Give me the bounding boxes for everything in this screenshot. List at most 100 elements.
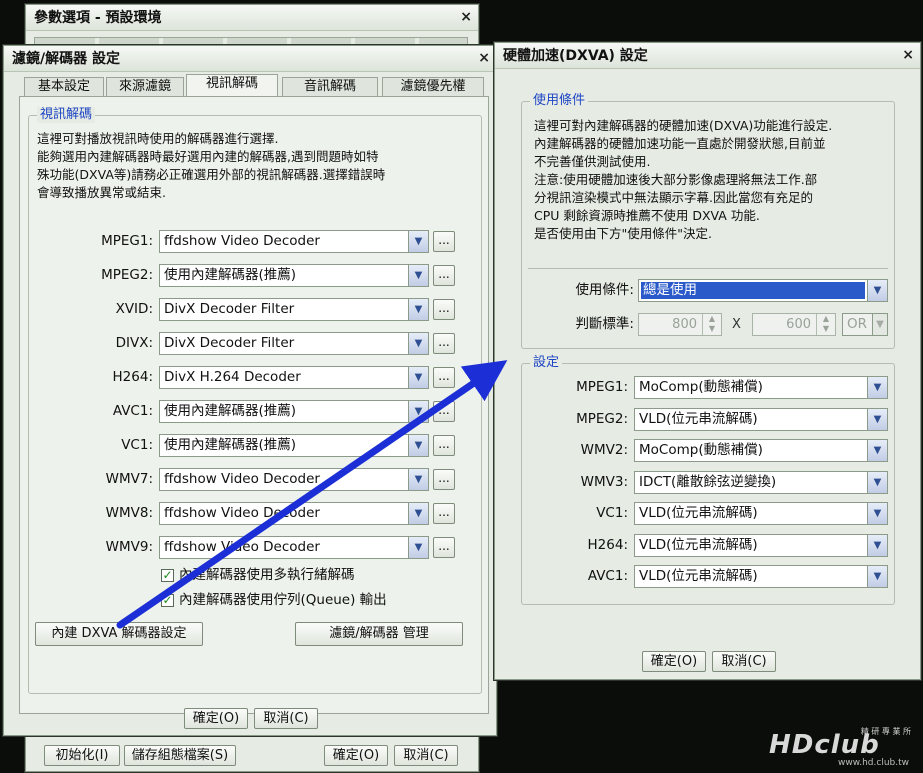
dxva-setting-select[interactable]: MoComp(動態補償) ▼: [634, 376, 888, 399]
decoder-select[interactable]: ffdshow Video Decoder ▼: [159, 468, 429, 491]
decoder-select[interactable]: 使用內建解碼器(推薦) ▼: [159, 264, 429, 287]
decoder-options-button[interactable]: ...: [433, 401, 455, 422]
decoder-select[interactable]: ffdshow Video Decoder ▼: [159, 502, 429, 525]
filters-ok-button[interactable]: 確定(O): [184, 708, 248, 729]
dxva-description-line: 內建解碼器的硬體加速功能一直處於開發狀態,目前並: [534, 136, 826, 151]
logo-text: HDclub: [769, 730, 880, 760]
dxva-setting-value: VLD(位元串流解碼): [639, 568, 758, 584]
dxva-setting-label: H264:: [587, 537, 628, 553]
decoder-options-button[interactable]: ...: [433, 367, 455, 388]
decoder-value: ffdshow Video Decoder: [164, 539, 320, 555]
dxva-setting-label: MPEG1:: [576, 379, 628, 395]
dxva-title: 硬體加速(DXVA) 設定: [495, 43, 920, 69]
tab-audio-decoders[interactable]: 音訊解碼: [282, 77, 378, 97]
tab-video-decoders[interactable]: 視訊解碼: [186, 74, 278, 98]
tab-source-filters[interactable]: 來源濾鏡: [106, 77, 184, 97]
dxva-setting-select[interactable]: VLD(位元串流解碼) ▼: [634, 534, 888, 557]
chevron-down-icon: ▼: [867, 566, 887, 587]
dxva-setting-label: VC1:: [596, 505, 628, 521]
logic-value: OR: [847, 316, 868, 332]
filters-decoders-window: 濾鏡/解碼器 設定 × 基本設定 來源濾鏡 視訊解碼 音訊解碼 濾鏡優先權 視訊…: [3, 45, 497, 736]
decoder-value: 使用內建解碼器(推薦): [164, 267, 297, 283]
dxva-setting-value: VLD(位元串流解碼): [639, 411, 758, 427]
dxva-setting-value: MoComp(動態補償): [639, 442, 763, 458]
decoder-select[interactable]: DivX H.264 Decoder ▼: [159, 366, 429, 389]
decoder-select[interactable]: DivX Decoder Filter ▼: [159, 332, 429, 355]
decoder-label: MPEG1:: [101, 233, 153, 249]
chevron-down-icon: ▼: [408, 265, 428, 286]
queue-output-label: 內建解碼器使用佇列(Queue) 輸出: [179, 592, 387, 608]
decoder-options-button[interactable]: ...: [433, 299, 455, 320]
filters-decoders-title: 濾鏡/解碼器 設定: [4, 46, 496, 72]
decoder-value: ffdshow Video Decoder: [164, 471, 320, 487]
dxva-setting-select[interactable]: MoComp(動態補償) ▼: [634, 439, 888, 462]
decoder-value: DivX Decoder Filter: [164, 335, 295, 351]
decoder-select[interactable]: ffdshow Video Decoder ▼: [159, 536, 429, 559]
dxva-setting-value: VLD(位元串流解碼): [639, 505, 758, 521]
chevron-down-icon: ▼: [867, 440, 887, 461]
filter-manager-button[interactable]: 濾鏡/解碼器 管理: [295, 622, 463, 646]
dxva-setting-select[interactable]: IDCT(離散餘弦逆變換) ▼: [634, 471, 888, 494]
close-icon[interactable]: ×: [460, 7, 472, 27]
width-spinbox[interactable]: 800 ▲ ▼: [638, 313, 722, 336]
preferences-ok-button[interactable]: 確定(O): [324, 745, 388, 766]
hdclub-logo: 精 研 專 業 所 HDclub www.hd.club.tw: [765, 722, 915, 770]
group-title: 視訊解碼: [37, 107, 96, 123]
decoder-select[interactable]: DivX Decoder Filter ▼: [159, 298, 429, 321]
decoder-label: DIVX:: [115, 335, 153, 351]
multithread-checkbox[interactable]: ✓: [161, 569, 174, 582]
decoder-label: H264:: [112, 369, 153, 385]
chevron-down-icon: ▼: [408, 435, 428, 456]
dxva-description-line: CPU 剩餘資源時推薦不使用 DXVA 功能.: [534, 208, 760, 223]
dxva-setting-value: VLD(位元串流解碼): [639, 537, 758, 553]
decoder-options-button[interactable]: ...: [433, 537, 455, 558]
preferences-cancel-button[interactable]: 取消(C): [394, 745, 458, 766]
condition-select[interactable]: 總是使用 ▼: [638, 279, 888, 302]
close-icon[interactable]: ×: [902, 45, 914, 65]
dxva-settings-button[interactable]: 內建 DXVA 解碼器設定: [35, 622, 203, 646]
tab-basic-settings[interactable]: 基本設定: [24, 77, 104, 97]
dxva-setting-select[interactable]: VLD(位元串流解碼) ▼: [634, 502, 888, 525]
logic-select[interactable]: OR ▼: [842, 313, 888, 336]
spin-arrows-icon[interactable]: ▲ ▼: [816, 314, 835, 335]
condition-label: 使用條件:: [575, 282, 634, 298]
decoder-options-button[interactable]: ...: [433, 503, 455, 524]
dxva-cancel-button[interactable]: 取消(C): [712, 651, 776, 672]
decoder-label: WMV8:: [105, 505, 153, 521]
dxva-description-line: 不完善僅供測試使用.: [534, 154, 651, 169]
dxva-setting-select[interactable]: VLD(位元串流解碼) ▼: [634, 565, 888, 588]
height-spinbox[interactable]: 600 ▲ ▼: [752, 313, 836, 336]
chevron-down-icon: ▼: [408, 333, 428, 354]
decoder-select[interactable]: 使用內建解碼器(推薦) ▼: [159, 400, 429, 423]
dxva-ok-button[interactable]: 確定(O): [642, 651, 706, 672]
dxva-setting-value: IDCT(離散餘弦逆變換): [639, 474, 777, 490]
usage-condition-group: 使用條件 這裡可對內建解碼器的硬體加速(DXVA)功能進行設定. 內建解碼器的硬…: [521, 93, 895, 349]
save-profile-button[interactable]: 儲存組態檔案(S): [124, 745, 236, 766]
queue-output-checkbox[interactable]: ✓: [161, 594, 174, 607]
dxva-setting-select[interactable]: VLD(位元串流解碼) ▼: [634, 408, 888, 431]
decoder-options-button[interactable]: ...: [433, 231, 455, 252]
chevron-down-icon: ▼: [872, 314, 887, 335]
spin-arrows-icon[interactable]: ▲ ▼: [702, 314, 721, 335]
chevron-down-icon: ▼: [867, 535, 887, 556]
decoder-select[interactable]: 使用內建解碼器(推薦) ▼: [159, 434, 429, 457]
decoder-options-button[interactable]: ...: [433, 435, 455, 456]
decoder-options-button[interactable]: ...: [433, 265, 455, 286]
settings-title: 設定: [530, 355, 563, 371]
tab-filter-priority[interactable]: 濾鏡優先權: [382, 77, 484, 97]
dxva-setting-label: WMV3:: [580, 474, 628, 490]
decoder-select[interactable]: ffdshow Video Decoder ▼: [159, 230, 429, 253]
dxva-description-line: 分視訊渲染模式中無法顯示字幕.因此當您有充足的: [534, 190, 813, 205]
chevron-down-icon: ▼: [867, 409, 887, 430]
height-value: 600: [786, 317, 811, 332]
init-button[interactable]: 初始化(I): [44, 745, 120, 766]
criteria-label: 判斷標準:: [575, 316, 634, 332]
decoder-options-button[interactable]: ...: [433, 333, 455, 354]
decoder-label: WMV7:: [105, 471, 153, 487]
decoder-options-button[interactable]: ...: [433, 469, 455, 490]
multithread-label: 內建解碼器使用多執行緒解碼: [179, 567, 355, 583]
close-icon[interactable]: ×: [478, 48, 490, 68]
filters-cancel-button[interactable]: 取消(C): [254, 708, 318, 729]
video-decoders-panel: 視訊解碼 這裡可對播放視訊時使用的解碼器進行選擇. 能夠選用內建解碼器時最好選用…: [19, 96, 489, 714]
settings-group: 設定 MPEG1: MoComp(動態補償) ▼ MPEG2: VLD(位元串流解碼) ▼…: [521, 355, 895, 605]
